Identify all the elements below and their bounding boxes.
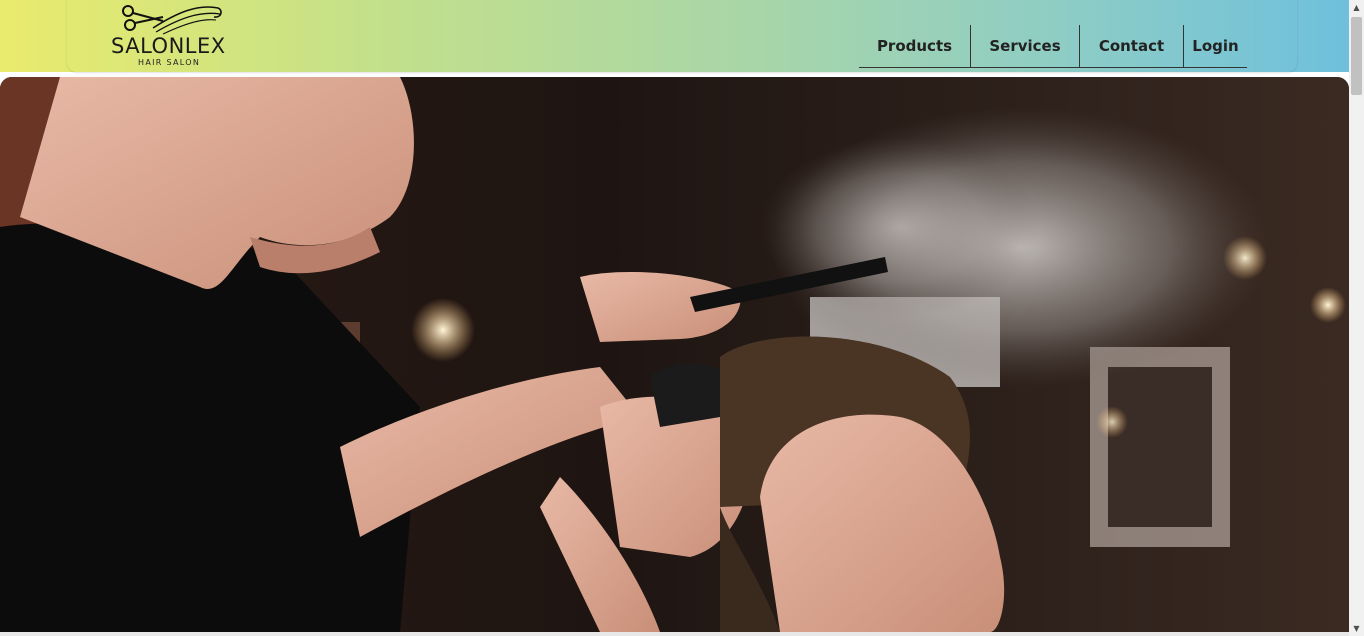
brand-logo[interactable]: SALONLEX HAIR SALON [108,0,233,70]
brand-tagline: HAIR SALON [138,58,201,67]
main-nav: Products Services Contact Login [859,25,1247,68]
hero-photo [0,77,1349,632]
scissors-icon [122,5,222,35]
nav-services[interactable]: Services [971,25,1080,67]
scroll-thumb[interactable] [1351,17,1362,95]
arrow-down-icon[interactable]: ▼ [1349,621,1364,636]
nav-products[interactable]: Products [859,25,971,67]
hero-image [0,77,1349,632]
arrow-up-icon[interactable]: ▲ [1349,0,1364,15]
scrollbar[interactable]: ▲ ▼ [1349,0,1364,636]
site-header: SALONLEX HAIR SALON Products Services Co… [0,0,1349,72]
horizontal-scrollbar[interactable] [0,632,1349,636]
brand-name: SALONLEX [111,34,226,58]
nav-login[interactable]: Login [1184,25,1247,67]
nav-contact[interactable]: Contact [1080,25,1184,67]
